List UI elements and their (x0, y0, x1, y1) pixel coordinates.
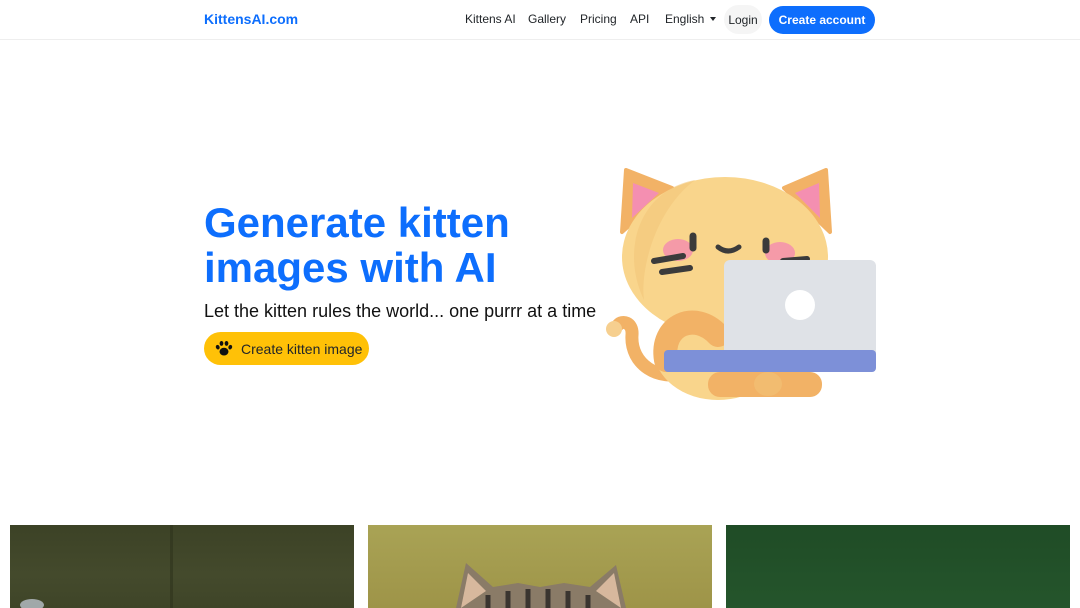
gallery-card-3[interactable] (726, 525, 1070, 608)
caret-down-icon (710, 16, 717, 21)
navbar: KittensAI.com Kittens AI Gallery Pricing… (0, 0, 1080, 40)
nav-pricing[interactable]: Pricing (580, 12, 617, 26)
hero-subtitle: Let the kitten rules the world... one pu… (204, 301, 597, 321)
login-button[interactable]: Login (724, 5, 762, 34)
hero-title: Generate kitten images with AI (204, 199, 510, 291)
nav-api[interactable]: API (630, 12, 649, 26)
gallery-card-1[interactable] (10, 525, 354, 608)
nav-kittens-ai[interactable]: Kittens AI (465, 12, 516, 26)
brand-logo-link[interactable]: KittensAI.com (204, 11, 298, 27)
kitten-photo-3 (726, 525, 1070, 608)
create-account-button[interactable]: Create account (769, 6, 875, 34)
language-label: English (665, 12, 705, 26)
create-kitten-image-button[interactable]: Create kitten image (204, 332, 369, 365)
nav-gallery[interactable]: Gallery (528, 12, 566, 26)
gallery-card-2[interactable] (368, 525, 712, 608)
paw-icon (215, 340, 233, 356)
kitten-photo-1 (20, 525, 173, 608)
language-dropdown[interactable]: English (665, 12, 717, 26)
cta-label: Create kitten image (241, 340, 363, 357)
kitten-laptop-illustration (606, 168, 876, 400)
kitten-photo-2 (456, 563, 626, 608)
